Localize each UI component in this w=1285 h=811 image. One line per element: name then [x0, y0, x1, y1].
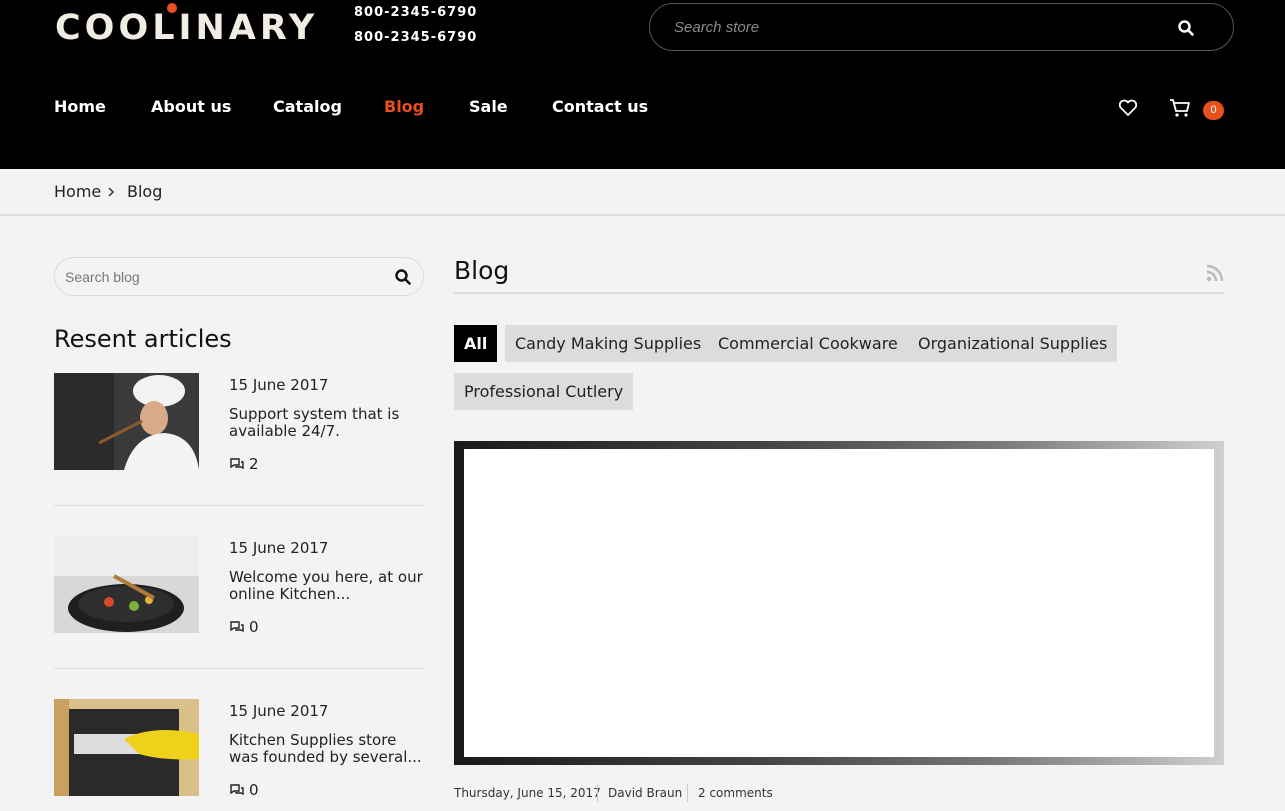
breadcrumb-current: Blog	[127, 182, 163, 201]
cart-icon[interactable]	[1169, 98, 1191, 118]
article-title[interactable]: Welcome you here, at our online Kitchen.…	[229, 569, 429, 603]
recent-article[interactable]: 15 June 2017 Welcome you here, at our on…	[54, 536, 424, 636]
recent-article[interactable]: 15 June 2017 Kitchen Supplies store was …	[54, 699, 424, 799]
search-icon[interactable]	[1177, 19, 1195, 37]
post-comments-link[interactable]: 2 comments	[698, 786, 773, 800]
article-date: 15 June 2017	[229, 539, 329, 557]
article-date: 15 June 2017	[229, 702, 329, 720]
title-divider	[454, 292, 1224, 294]
tag-organizational-supplies[interactable]: Organizational Supplies	[908, 325, 1118, 362]
nav-catalog[interactable]: Catalog	[273, 97, 342, 116]
tag-professional-cutlery[interactable]: Professional Cutlery	[454, 373, 634, 410]
nav-sale[interactable]: Sale	[469, 97, 508, 116]
breadcrumb-home[interactable]: Home	[54, 182, 101, 201]
phone-number-1[interactable]: 800-2345-6790	[354, 5, 477, 20]
article-thumbnail[interactable]	[54, 536, 199, 633]
post-date: Thursday, June 15, 2017	[454, 786, 601, 800]
article-comments: 0	[229, 781, 259, 799]
site-header: COOLINARY 800-2345-6790 800-2345-6790 Ho…	[0, 0, 1285, 169]
article-date: 15 June 2017	[229, 376, 329, 394]
blog-search-box	[54, 257, 424, 296]
comments-icon	[230, 458, 244, 470]
nav-about-us[interactable]: About us	[151, 97, 231, 116]
chevron-right-icon	[108, 187, 115, 197]
logo[interactable]: COOLINARY	[55, 8, 318, 48]
search-icon[interactable]	[394, 268, 412, 286]
store-search-box	[649, 3, 1234, 51]
heart-icon[interactable]	[1118, 99, 1138, 117]
nav-contact-us[interactable]: Contact us	[552, 97, 648, 116]
comments-icon	[230, 784, 244, 796]
tag-all[interactable]: All	[454, 325, 498, 362]
tag-commercial-cookware[interactable]: Commercial Cookware	[708, 325, 908, 362]
article-title[interactable]: Support system that is available 24/7.	[229, 406, 429, 440]
post-author[interactable]: David Braun	[608, 786, 682, 800]
breadcrumb: Home Blog	[0, 169, 1285, 216]
recent-article[interactable]: 15 June 2017 Support system that is avai…	[54, 373, 424, 473]
page-title: Blog	[454, 256, 510, 285]
nav-blog[interactable]: Blog	[384, 97, 424, 116]
comment-count: 0	[249, 618, 259, 636]
logo-dot	[167, 3, 177, 13]
article-thumbnail[interactable]	[54, 373, 199, 470]
phone-number-2[interactable]: 800-2345-6790	[354, 30, 477, 45]
divider	[54, 668, 424, 669]
cart-count-badge: 0	[1203, 101, 1224, 120]
store-search-input[interactable]	[674, 16, 1154, 38]
rss-icon[interactable]	[1206, 264, 1224, 282]
comment-count: 2	[249, 455, 259, 473]
recent-articles-title: Resent articles	[54, 325, 232, 353]
comment-count: 0	[249, 781, 259, 799]
image-overlay	[464, 449, 1214, 757]
tag-candy-making-supplies[interactable]: Candy Making Supplies	[505, 325, 712, 362]
post-featured-image[interactable]	[454, 441, 1224, 765]
article-title[interactable]: Kitchen Supplies store was founded by se…	[229, 732, 429, 766]
article-comments: 2	[229, 455, 259, 473]
blog-search-input[interactable]	[65, 268, 375, 286]
comments-icon	[230, 621, 244, 633]
article-thumbnail[interactable]	[54, 699, 199, 796]
nav-home[interactable]: Home	[54, 97, 106, 116]
article-comments: 0	[229, 618, 259, 636]
meta-separator	[687, 784, 688, 802]
divider	[54, 505, 424, 506]
meta-separator	[597, 784, 598, 802]
